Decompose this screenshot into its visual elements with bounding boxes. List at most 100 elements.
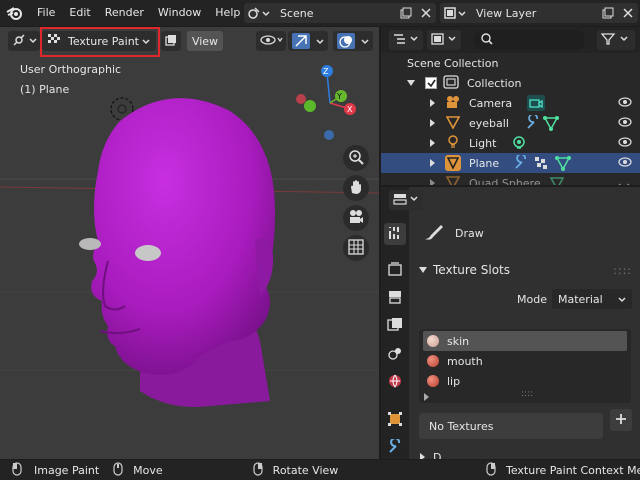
overlay-dropdown[interactable]: [333, 31, 373, 51]
close-icon[interactable]: [416, 3, 436, 23]
camera-label: Camera: [469, 96, 513, 110]
object-icon: [387, 411, 403, 430]
view-menu-button[interactable]: View: [187, 31, 223, 51]
filter-button[interactable]: [597, 30, 635, 50]
gizmo-y-label: Y: [336, 92, 342, 101]
zoom-button[interactable]: [343, 145, 369, 171]
tab-world[interactable]: [384, 371, 406, 393]
scene-icon[interactable]: [244, 3, 274, 23]
chevron-down-icon: [618, 293, 626, 306]
outliner-row-camera[interactable]: Camera: [381, 93, 640, 113]
menu-render[interactable]: Render: [98, 0, 151, 26]
slot-item-skin[interactable]: skin: [423, 331, 627, 351]
menu-window[interactable]: Window: [151, 0, 208, 26]
scene-name[interactable]: Scene: [274, 7, 396, 20]
outliner-editor-type-button[interactable]: [389, 30, 423, 50]
collection-checkbox[interactable]: [425, 77, 437, 89]
outliner-row-collection[interactable]: Collection: [381, 73, 640, 93]
paint-mask-button[interactable]: [161, 31, 181, 51]
outliner-row-quad-sphere[interactable]: Quad Sphere: [381, 173, 640, 185]
light-label: Light: [469, 136, 497, 150]
pan-button[interactable]: [343, 175, 369, 201]
outliner-search-input[interactable]: [473, 30, 585, 50]
visibility-eye-icon[interactable]: [618, 116, 632, 131]
texture-slots-header[interactable]: Texture Slots ::::: [409, 259, 640, 281]
copy-view-layer-icon[interactable]: [598, 3, 618, 23]
add-texture-button[interactable]: [610, 409, 632, 431]
camera-view-button[interactable]: [343, 205, 369, 231]
tab-render[interactable]: [384, 259, 406, 281]
brush-name: Draw: [455, 227, 484, 240]
material-icon[interactable]: [534, 156, 548, 173]
camera-data-icon[interactable]: [527, 95, 545, 111]
tab-modifiers[interactable]: [384, 436, 406, 459]
mesh-object-icon: [445, 175, 461, 185]
outliner-row-light[interactable]: Light: [381, 133, 640, 153]
properties-editor-type-button[interactable]: [389, 190, 423, 210]
scene-collection-label: Scene Collection: [407, 56, 499, 70]
visibility-dropdown[interactable]: [256, 31, 286, 51]
resize-handle-icon[interactable]: ::::: [521, 389, 533, 399]
menu-help[interactable]: Help: [208, 0, 247, 26]
wrench-modifier-icon[interactable]: [513, 153, 529, 174]
visibility-eye-icon[interactable]: [618, 96, 632, 111]
visibility-eye-icon[interactable]: [618, 156, 632, 171]
mesh-data-icon[interactable]: [549, 175, 565, 185]
display-mode-button[interactable]: [427, 30, 461, 50]
view-layer-selector[interactable]: View Layer: [440, 3, 638, 23]
display-mode-icon: [431, 32, 459, 48]
gizmo-dropdown[interactable]: [288, 31, 328, 51]
blender-logo-icon[interactable]: [0, 0, 30, 26]
tab-view-layer[interactable]: [384, 315, 406, 337]
mode-dropdown[interactable]: Material: [552, 289, 632, 309]
outliner-row-eyeball[interactable]: eyeball: [381, 113, 640, 133]
expand-arrow-icon: [419, 451, 425, 459]
3d-viewport[interactable]: Texture Paint View User Orthographic (1)…: [0, 27, 379, 459]
perspective-toggle-button[interactable]: [343, 235, 369, 261]
head-mesh[interactable]: [60, 91, 290, 421]
light-data-icon[interactable]: [511, 135, 527, 154]
expand-list-icon[interactable]: [423, 391, 429, 404]
slot-item-lip[interactable]: lip: [423, 371, 627, 391]
wrench-modifier-icon[interactable]: [525, 113, 541, 134]
expand-arrow-icon[interactable]: [407, 77, 415, 90]
slot-item-mouth[interactable]: mouth: [423, 351, 627, 371]
tab-tool[interactable]: [384, 223, 406, 245]
slot-label: mouth: [447, 354, 483, 368]
tab-scene[interactable]: [384, 343, 406, 365]
close-icon[interactable]: [618, 3, 638, 23]
outliner-row-scene-collection[interactable]: Scene Collection: [381, 53, 640, 73]
mesh-data-icon[interactable]: [543, 115, 559, 134]
navigation-gizmo[interactable]: Z Y X: [290, 63, 370, 143]
outliner-row-plane[interactable]: Plane: [381, 153, 640, 173]
scene-selector[interactable]: Scene: [244, 3, 436, 23]
slot-label: skin: [447, 334, 470, 348]
scene-icon: [387, 345, 403, 364]
editor-type-button[interactable]: [8, 31, 40, 51]
visibility-eye-icon[interactable]: [618, 136, 632, 151]
brush-row[interactable]: Draw: [423, 223, 484, 244]
expand-arrow-icon[interactable]: [429, 177, 435, 185]
editor-type-icon: [12, 33, 38, 50]
expand-arrow-icon[interactable]: [429, 157, 435, 170]
mouse-right-icon: [486, 461, 496, 479]
next-section-header[interactable]: D: [409, 451, 640, 459]
tab-object[interactable]: [384, 409, 406, 431]
tab-output[interactable]: [384, 287, 406, 309]
drag-handle-icon[interactable]: ::::: [613, 264, 632, 277]
view-layer-icon[interactable]: [440, 3, 470, 23]
search-icon: [481, 32, 493, 48]
menu-edit[interactable]: Edit: [62, 0, 97, 26]
expand-arrow-icon[interactable]: [429, 97, 435, 110]
expand-arrow-icon[interactable]: [429, 137, 435, 150]
status-context-menu: Texture Paint Context Menu: [506, 463, 640, 477]
chevron-down-icon[interactable]: [618, 179, 630, 185]
expand-arrow-icon[interactable]: [429, 117, 435, 130]
mesh-data-icon[interactable]: [555, 155, 571, 174]
no-textures-field[interactable]: No Textures: [419, 413, 603, 439]
copy-scene-icon[interactable]: [396, 3, 416, 23]
mask-icon: [165, 34, 177, 49]
menu-file[interactable]: File: [30, 0, 62, 26]
filter-icon: [600, 32, 631, 48]
view-layer-name[interactable]: View Layer: [470, 7, 598, 20]
